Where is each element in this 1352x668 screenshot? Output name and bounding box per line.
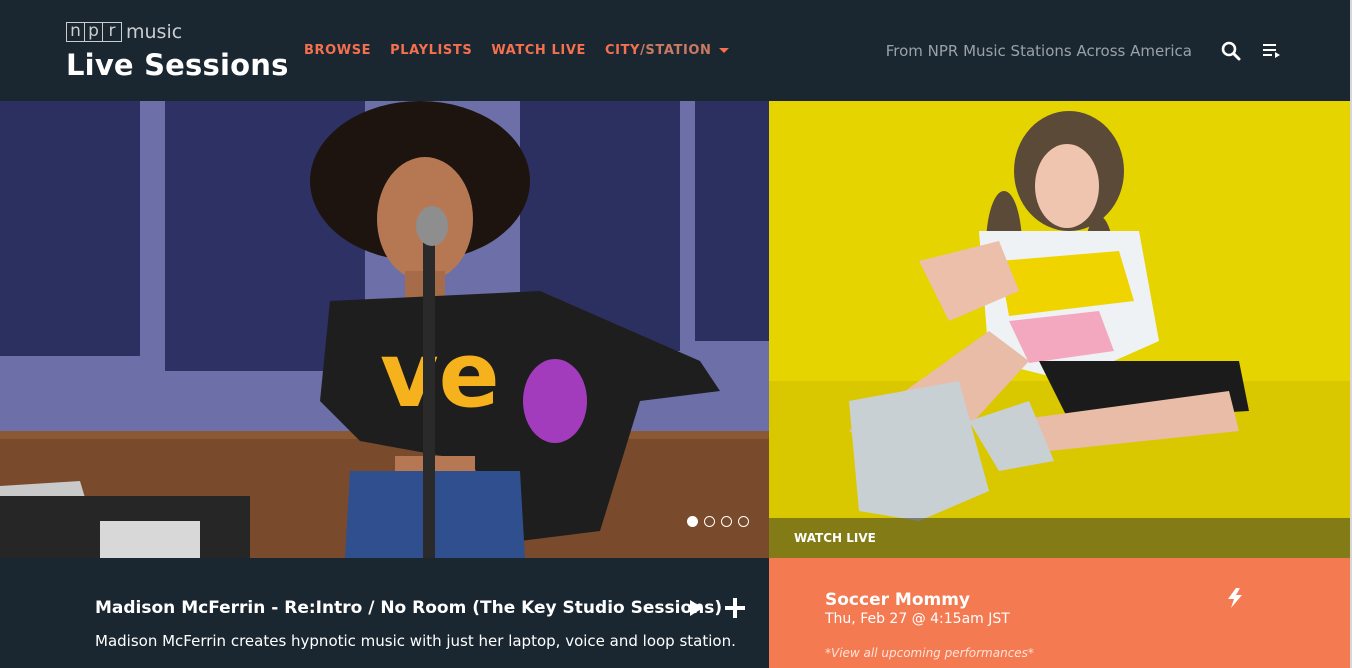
live-artist-image[interactable]: [769, 101, 1350, 558]
featured-session-image[interactable]: ve: [0, 101, 769, 558]
npr-letter-p: p: [85, 23, 103, 41]
site-header: n p r music Live Sessions BROWSE PLAYLIS…: [0, 0, 1352, 101]
nav-browse[interactable]: BROWSE: [304, 43, 371, 58]
carousel-dot[interactable]: [721, 516, 732, 527]
upcoming-performances-link[interactable]: *View all upcoming performances*: [825, 646, 1034, 660]
header-tagline: From NPR Music Stations Across America: [885, 42, 1192, 60]
carousel-dots: [687, 516, 749, 527]
main-nav: BROWSE PLAYLISTS WATCH LIVE CITY / STATION: [304, 43, 748, 58]
svg-text:ve: ve: [380, 323, 500, 428]
page: n p r music Live Sessions BROWSE PLAYLIS…: [0, 0, 1352, 668]
studio-photo: ve: [0, 101, 769, 558]
carousel-dot[interactable]: [704, 516, 715, 527]
watch-live-label: WATCH LIVE: [794, 531, 876, 545]
site-title: Live Sessions: [66, 48, 289, 82]
nav-station-label: STATION: [645, 43, 712, 58]
npr-music-logo: n p r music: [66, 22, 289, 42]
carousel-dot[interactable]: [687, 516, 698, 527]
brand-logo[interactable]: n p r music Live Sessions: [66, 22, 289, 82]
carousel-dot[interactable]: [738, 516, 749, 527]
npr-letter-r: r: [108, 21, 116, 41]
nav-playlists[interactable]: PLAYLISTS: [390, 43, 472, 58]
artist-photo: [769, 101, 1350, 558]
caret-down-icon: [718, 48, 729, 53]
featured-session-title[interactable]: Madison McFerrin - Re:Intro / No Room (T…: [95, 598, 722, 618]
nav-city-label: CITY: [605, 43, 641, 58]
search-icon[interactable]: [1221, 41, 1241, 61]
plus-icon[interactable]: [725, 598, 745, 618]
play-icon[interactable]: [690, 600, 703, 616]
live-performance-time: Thu, Feb 27 @ 4:15am JST: [825, 611, 1010, 627]
nav-watch-live[interactable]: WATCH LIVE: [491, 43, 586, 58]
featured-session-description: Madison McFerrin creates hypnotic music …: [95, 632, 736, 650]
live-artist-name[interactable]: Soccer Mommy: [825, 590, 970, 610]
npr-logo-box: n p r: [66, 22, 122, 42]
npr-letter-n: n: [67, 23, 85, 41]
queue-icon[interactable]: [1263, 43, 1283, 59]
lightning-bolt-icon: [1228, 588, 1242, 608]
music-wordmark: music: [126, 21, 183, 43]
nav-city-station-dropdown[interactable]: CITY / STATION: [605, 43, 729, 58]
